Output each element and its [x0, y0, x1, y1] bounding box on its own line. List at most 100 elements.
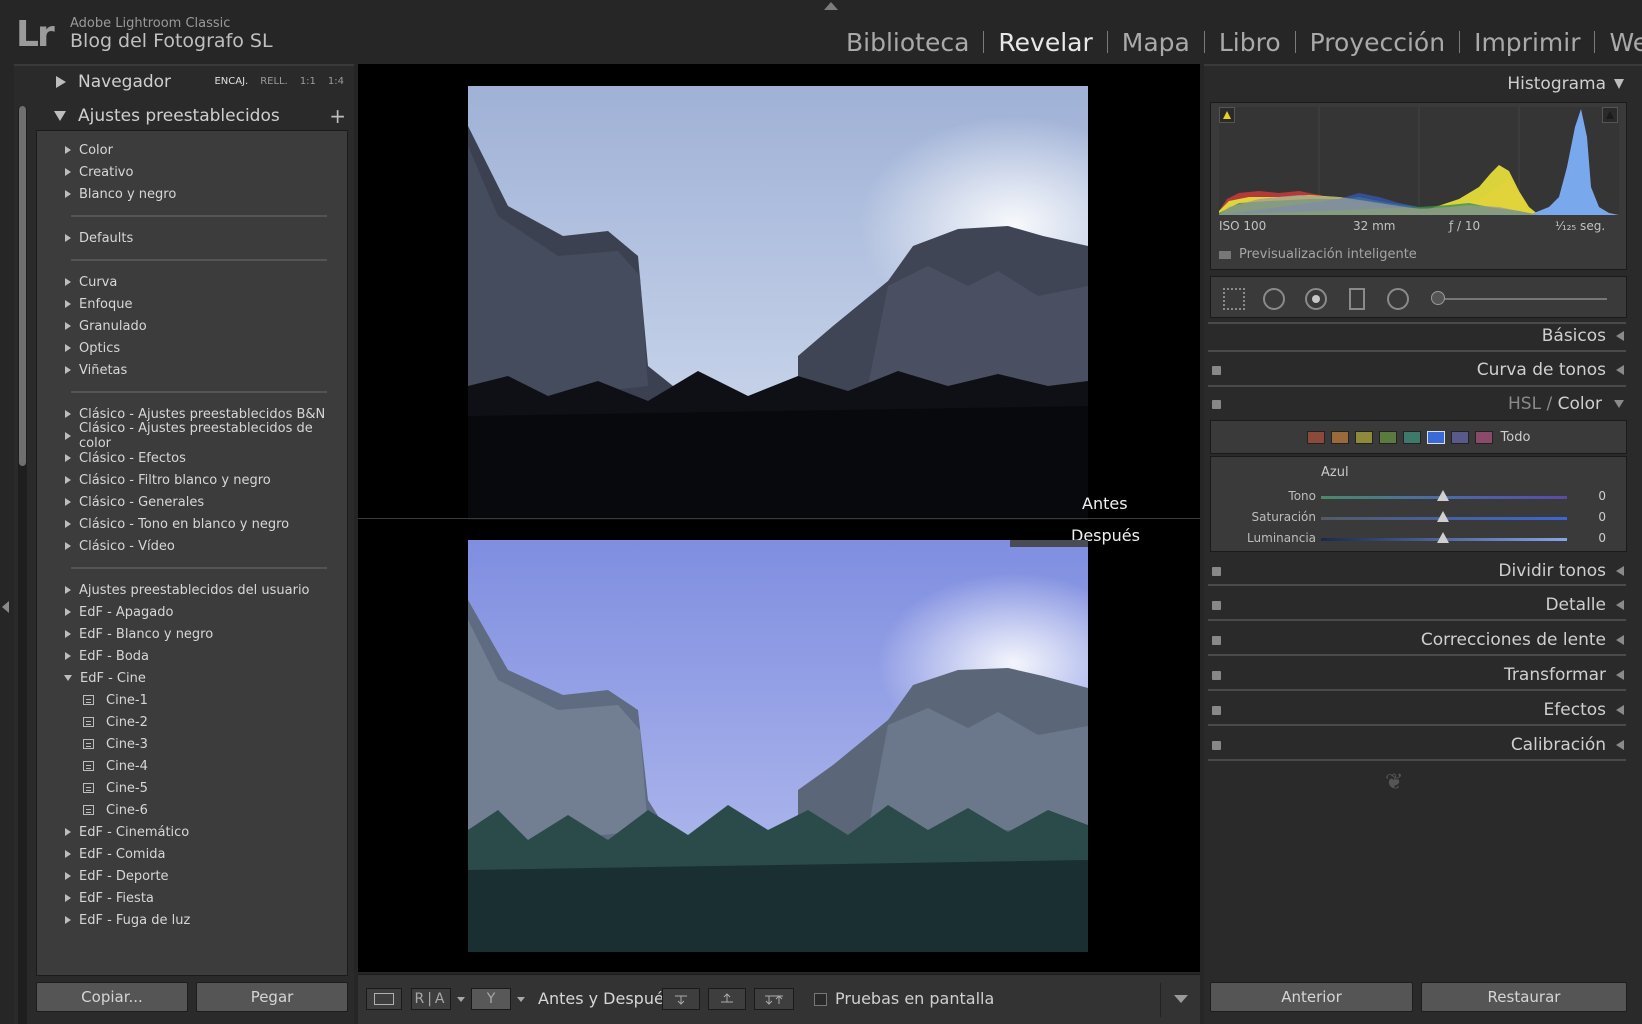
- preset-folder[interactable]: Curva: [37, 271, 347, 293]
- section-switch[interactable]: [1212, 636, 1221, 645]
- detail-section-header[interactable]: Detalle: [1208, 591, 1628, 619]
- crop-icon[interactable]: [1223, 288, 1245, 310]
- module-imprimir[interactable]: Imprimir: [1460, 28, 1594, 57]
- preset-folder[interactable]: EdF - Cine: [37, 667, 347, 689]
- module-proyeccion[interactable]: Proyección: [1296, 28, 1459, 57]
- swatch-green[interactable]: [1378, 430, 1397, 444]
- tab-hsl[interactable]: HSL: [1508, 394, 1541, 414]
- section-switch[interactable]: [1212, 741, 1221, 750]
- preset-item[interactable]: Cine-3: [37, 733, 347, 755]
- preset-folder[interactable]: Granulado: [37, 315, 347, 337]
- preset-folder[interactable]: EdF - Fuga de luz: [37, 909, 347, 931]
- left-scrollbar-thumb[interactable]: [19, 106, 26, 466]
- navigator-header[interactable]: Navegador ENCAJ. RELL. 1:1 1:4: [36, 66, 352, 98]
- preset-folder[interactable]: Enfoque: [37, 293, 347, 315]
- preset-folder[interactable]: EdF - Comida: [37, 843, 347, 865]
- slider-value[interactable]: 0: [1598, 510, 1606, 524]
- preset-folder[interactable]: EdF - Boda: [37, 645, 347, 667]
- section-switch[interactable]: [1212, 601, 1221, 610]
- preset-folder[interactable]: Color: [37, 139, 347, 161]
- paste-button[interactable]: Pegar: [196, 982, 348, 1012]
- section-switch[interactable]: [1212, 706, 1221, 715]
- tone-curve-section-header[interactable]: Curva de tonos: [1208, 356, 1628, 384]
- module-biblioteca[interactable]: Biblioteca: [832, 28, 983, 57]
- preset-folder[interactable]: Optics: [37, 337, 347, 359]
- preset-folder[interactable]: Viñetas: [37, 359, 347, 381]
- adjustment-brush-icon[interactable]: [1431, 291, 1445, 305]
- lens-corrections-section-header[interactable]: Correcciones de lente: [1208, 626, 1628, 654]
- chevron-down-icon[interactable]: [517, 997, 525, 1002]
- swatch-red[interactable]: [1306, 430, 1325, 444]
- loupe-view-button[interactable]: [366, 988, 402, 1010]
- copy-after-to-before-button[interactable]: [708, 988, 746, 1010]
- radial-filter-icon[interactable]: [1387, 288, 1409, 310]
- zoom-fill[interactable]: RELL.: [260, 76, 288, 87]
- swatch-all[interactable]: Todo: [1501, 430, 1531, 445]
- calibration-section-header[interactable]: Calibración: [1208, 731, 1628, 759]
- graduated-filter-icon[interactable]: [1349, 288, 1365, 310]
- saturation-slider-thumb[interactable]: [1437, 511, 1449, 522]
- copy-button[interactable]: Copiar...: [36, 982, 188, 1012]
- module-revelar[interactable]: Revelar: [984, 28, 1106, 57]
- preset-folder[interactable]: Clásico - Vídeo: [37, 535, 347, 557]
- preset-folder[interactable]: EdF - Fiesta: [37, 887, 347, 909]
- toolbar-options-icon[interactable]: [1174, 995, 1188, 1003]
- spot-removal-icon[interactable]: [1263, 288, 1285, 310]
- section-switch[interactable]: [1212, 400, 1221, 409]
- preset-folder[interactable]: EdF - Blanco y negro: [37, 623, 347, 645]
- split-mode-button[interactable]: Y: [471, 988, 511, 1010]
- section-switch[interactable]: [1212, 567, 1221, 576]
- section-switch[interactable]: [1212, 671, 1221, 680]
- module-libro[interactable]: Libro: [1205, 28, 1295, 57]
- histogram-header[interactable]: Histograma: [1208, 70, 1628, 98]
- preset-folder[interactable]: EdF - Cinemático: [37, 821, 347, 843]
- preset-item[interactable]: Cine-4: [37, 755, 347, 777]
- swatch-purple[interactable]: [1450, 430, 1469, 444]
- preset-folder[interactable]: Creativo: [37, 161, 347, 183]
- preset-folder[interactable]: Ajustes preestablecidos del usuario: [37, 579, 347, 601]
- zoom-1-4[interactable]: 1:4: [328, 76, 344, 87]
- split-toning-section-header[interactable]: Dividir tonos: [1208, 557, 1628, 585]
- preset-folder[interactable]: Clásico - Efectos: [37, 447, 347, 469]
- presets-header[interactable]: Ajustes preestablecidos +: [36, 100, 352, 132]
- swatch-magenta[interactable]: [1474, 430, 1493, 444]
- add-preset-icon[interactable]: +: [329, 104, 346, 128]
- transform-section-header[interactable]: Transformar: [1208, 661, 1628, 689]
- soft-proof-checkbox[interactable]: [814, 993, 827, 1006]
- preset-item[interactable]: Cine-6: [37, 799, 347, 821]
- preset-folder[interactable]: EdF - Apagado: [37, 601, 347, 623]
- slider-value[interactable]: 0: [1598, 489, 1606, 503]
- preset-folder[interactable]: Blanco y negro: [37, 183, 347, 205]
- hsl-section-header[interactable]: HSL / Color: [1208, 390, 1628, 418]
- histogram-graph[interactable]: [1219, 107, 1619, 215]
- module-mapa[interactable]: Mapa: [1108, 28, 1204, 57]
- shadow-clipping-toggle[interactable]: [1219, 107, 1235, 123]
- basic-section-header[interactable]: Básicos: [1208, 322, 1628, 350]
- preset-item[interactable]: Cine-2: [37, 711, 347, 733]
- slider-value[interactable]: 0: [1598, 531, 1606, 545]
- red-eye-icon[interactable]: [1305, 288, 1327, 310]
- preset-item[interactable]: Cine-5: [37, 777, 347, 799]
- chevron-down-icon[interactable]: [457, 997, 465, 1002]
- reset-button[interactable]: Restaurar: [1421, 982, 1627, 1012]
- preset-folder[interactable]: Clásico - Generales: [37, 491, 347, 513]
- highlight-clipping-toggle[interactable]: [1602, 107, 1618, 123]
- preset-folder[interactable]: Defaults: [37, 227, 347, 249]
- copy-before-to-after-button[interactable]: [662, 988, 700, 1010]
- luminance-slider-thumb[interactable]: [1437, 532, 1449, 543]
- photo-before[interactable]: [468, 86, 1088, 520]
- swatch-yellow[interactable]: [1354, 430, 1373, 444]
- previous-button[interactable]: Anterior: [1210, 982, 1413, 1012]
- hue-slider-thumb[interactable]: [1437, 490, 1449, 501]
- swatch-blue[interactable]: [1426, 430, 1445, 444]
- swap-before-after-button[interactable]: [754, 988, 794, 1010]
- section-switch[interactable]: [1212, 366, 1221, 375]
- photo-after[interactable]: [468, 540, 1088, 952]
- preset-folder[interactable]: EdF - Deporte: [37, 865, 347, 887]
- preset-folder[interactable]: Clásico - Ajustes preestablecidos de col…: [37, 421, 347, 451]
- zoom-fit[interactable]: ENCAJ.: [214, 76, 248, 87]
- module-web[interactable]: Web: [1595, 28, 1642, 57]
- before-after-mode-button[interactable]: R|A: [411, 988, 451, 1010]
- preset-item[interactable]: Cine-1: [37, 689, 347, 711]
- swatch-orange[interactable]: [1330, 430, 1349, 444]
